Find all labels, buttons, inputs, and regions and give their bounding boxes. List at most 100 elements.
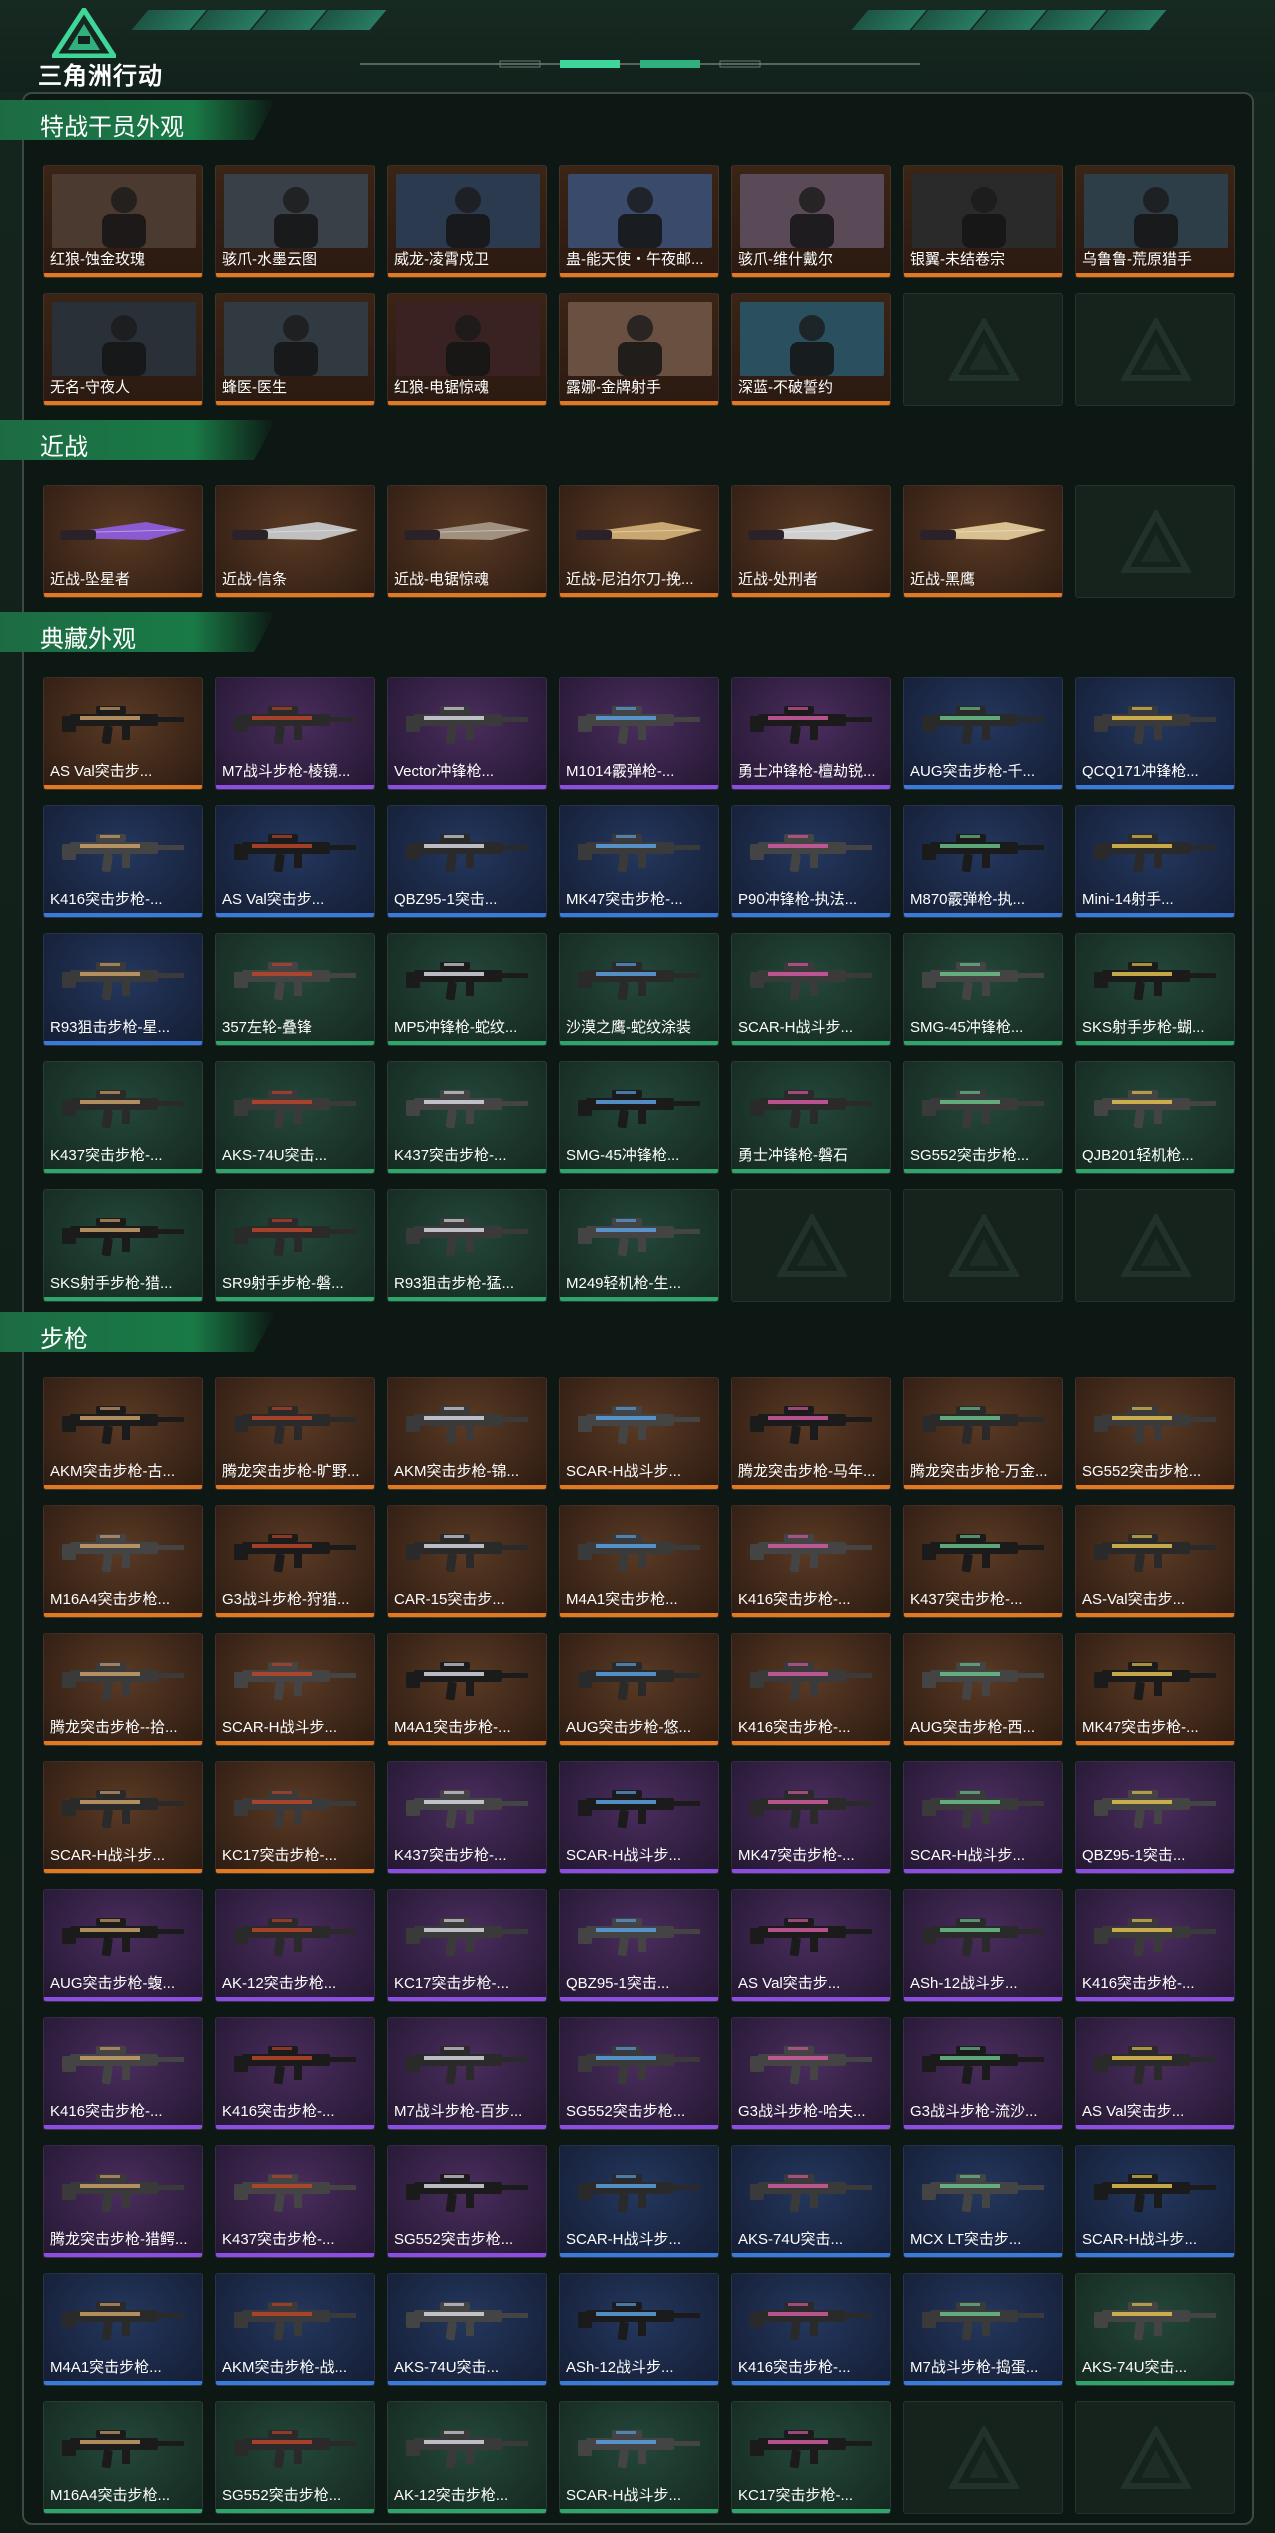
weapon-skin-card[interactable]: K437突击步枪-...: [387, 1761, 547, 1874]
operator-skin-card[interactable]: 无名-守夜人: [43, 293, 203, 406]
weapon-skin-card[interactable]: QBZ95-1突击...: [387, 805, 547, 918]
weapon-skin-card[interactable]: M4A1突击步枪...: [559, 1505, 719, 1618]
weapon-skin-card[interactable]: Mini-14射手...: [1075, 805, 1235, 918]
weapon-skin-card[interactable]: SCAR-H战斗步...: [559, 1377, 719, 1490]
weapon-skin-card[interactable]: 勇士冲锋枪-檀劫锐...: [731, 677, 891, 790]
weapon-skin-card[interactable]: M870霰弹枪-执...: [903, 805, 1063, 918]
weapon-skin-card[interactable]: AS Val突击步...: [731, 1889, 891, 2002]
weapon-skin-card[interactable]: SCAR-H战斗步...: [215, 1633, 375, 1746]
weapon-skin-card[interactable]: K416突击步枪-...: [1075, 1889, 1235, 2002]
weapon-skin-card[interactable]: AKM突击步枪-古...: [43, 1377, 203, 1490]
weapon-skin-card[interactable]: SCAR-H战斗步...: [731, 933, 891, 1046]
weapon-skin-card[interactable]: SG552突击步枪...: [559, 2017, 719, 2130]
weapon-skin-card[interactable]: AKS-74U突击...: [387, 2273, 547, 2386]
weapon-skin-card[interactable]: SMG-45冲锋枪...: [559, 1061, 719, 1174]
weapon-skin-card[interactable]: SG552突击步枪...: [903, 1061, 1063, 1174]
weapon-skin-card[interactable]: K416突击步枪-...: [215, 2017, 375, 2130]
operator-skin-card[interactable]: 乌鲁鲁-荒原猎手: [1075, 165, 1235, 278]
weapon-skin-card[interactable]: Vector冲锋枪...: [387, 677, 547, 790]
weapon-skin-card[interactable]: AUG突击步枪-蝮...: [43, 1889, 203, 2002]
weapon-skin-card[interactable]: AKM突击步枪-战...: [215, 2273, 375, 2386]
weapon-skin-card[interactable]: ASh-12战斗步...: [903, 1889, 1063, 2002]
weapon-skin-card[interactable]: KC17突击步枪-...: [387, 1889, 547, 2002]
weapon-skin-card[interactable]: AUG突击步枪-悠...: [559, 1633, 719, 1746]
weapon-skin-card[interactable]: M1014霰弹枪-...: [559, 677, 719, 790]
weapon-skin-card[interactable]: K416突击步枪-...: [731, 1505, 891, 1618]
operator-skin-card[interactable]: 威龙-凌霄戍卫: [387, 165, 547, 278]
weapon-skin-card[interactable]: K437突击步枪-...: [387, 1061, 547, 1174]
operator-skin-card[interactable]: 深蓝-不破誓约: [731, 293, 891, 406]
weapon-skin-card[interactable]: KC17突击步枪-...: [215, 1761, 375, 1874]
melee-skin-card[interactable]: 近战-尼泊尔刀-挽...: [559, 485, 719, 598]
operator-skin-card[interactable]: 蛊-能天使・午夜邮...: [559, 165, 719, 278]
weapon-skin-card[interactable]: SCAR-H战斗步...: [43, 1761, 203, 1874]
weapon-skin-card[interactable]: R93狙击步枪-星...: [43, 933, 203, 1046]
weapon-skin-card[interactable]: K416突击步枪-...: [731, 2273, 891, 2386]
operator-skin-card[interactable]: 露娜-金牌射手: [559, 293, 719, 406]
weapon-skin-card[interactable]: M7战斗步枪-棱镜...: [215, 677, 375, 790]
weapon-skin-card[interactable]: QJB201轻机枪...: [1075, 1061, 1235, 1174]
weapon-skin-card[interactable]: AK-12突击步枪...: [215, 1889, 375, 2002]
weapon-skin-card[interactable]: AKS-74U突击...: [1075, 2273, 1235, 2386]
weapon-skin-card[interactable]: QCQ171冲锋枪...: [1075, 677, 1235, 790]
weapon-skin-card[interactable]: MCX LT突击步...: [903, 2145, 1063, 2258]
weapon-skin-card[interactable]: ASh-12战斗步...: [559, 2273, 719, 2386]
weapon-skin-card[interactable]: G3战斗步枪-狩猎...: [215, 1505, 375, 1618]
weapon-skin-card[interactable]: R93狙击步枪-猛...: [387, 1189, 547, 1302]
weapon-skin-card[interactable]: K416突击步枪-...: [43, 2017, 203, 2130]
weapon-skin-card[interactable]: M7战斗步枪-百步...: [387, 2017, 547, 2130]
weapon-skin-card[interactable]: 357左轮-叠锋: [215, 933, 375, 1046]
melee-skin-card[interactable]: 近战-坠星者: [43, 485, 203, 598]
weapon-skin-card[interactable]: SKS射手步枪-蝴...: [1075, 933, 1235, 1046]
melee-skin-card[interactable]: 近战-处刑者: [731, 485, 891, 598]
weapon-skin-card[interactable]: CAR-15突击步...: [387, 1505, 547, 1618]
weapon-skin-card[interactable]: SCAR-H战斗步...: [903, 1761, 1063, 1874]
operator-skin-card[interactable]: 骇爪-水墨云图: [215, 165, 375, 278]
weapon-skin-card[interactable]: 腾龙突击步枪--拾...: [43, 1633, 203, 1746]
weapon-skin-card[interactable]: SR9射手步枪-磐...: [215, 1189, 375, 1302]
weapon-skin-card[interactable]: P90冲锋枪-执法...: [731, 805, 891, 918]
weapon-skin-card[interactable]: AS Val突击步...: [43, 677, 203, 790]
weapon-skin-card[interactable]: 腾龙突击步枪-马年...: [731, 1377, 891, 1490]
operator-skin-card[interactable]: 银翼-未结卷宗: [903, 165, 1063, 278]
weapon-skin-card[interactable]: SCAR-H战斗步...: [559, 1761, 719, 1874]
weapon-skin-card[interactable]: SG552突击步枪...: [215, 2401, 375, 2514]
weapon-skin-card[interactable]: SCAR-H战斗步...: [1075, 2145, 1235, 2258]
weapon-skin-card[interactable]: AK-12突击步枪...: [387, 2401, 547, 2514]
operator-skin-card[interactable]: 蜂医-医生: [215, 293, 375, 406]
weapon-skin-card[interactable]: AUG突击步枪-西...: [903, 1633, 1063, 1746]
weapon-skin-card[interactable]: K416突击步枪-...: [731, 1633, 891, 1746]
weapon-skin-card[interactable]: AUG突击步枪-千...: [903, 677, 1063, 790]
weapon-skin-card[interactable]: 腾龙突击步枪-旷野...: [215, 1377, 375, 1490]
weapon-skin-card[interactable]: K437突击步枪-...: [903, 1505, 1063, 1618]
weapon-skin-card[interactable]: AKS-74U突击...: [731, 2145, 891, 2258]
weapon-skin-card[interactable]: AKM突击步枪-锦...: [387, 1377, 547, 1490]
weapon-skin-card[interactable]: 腾龙突击步枪-猎鳄...: [43, 2145, 203, 2258]
weapon-skin-card[interactable]: SKS射手步枪-猎...: [43, 1189, 203, 1302]
weapon-skin-card[interactable]: QBZ95-1突击...: [559, 1889, 719, 2002]
weapon-skin-card[interactable]: SG552突击步枪...: [1075, 1377, 1235, 1490]
weapon-skin-card[interactable]: AS Val突击步...: [1075, 2017, 1235, 2130]
operator-skin-card[interactable]: 骇爪-维什戴尔: [731, 165, 891, 278]
weapon-skin-card[interactable]: K437突击步枪-...: [43, 1061, 203, 1174]
weapon-skin-card[interactable]: G3战斗步枪-流沙...: [903, 2017, 1063, 2130]
weapon-skin-card[interactable]: M16A4突击步枪...: [43, 1505, 203, 1618]
weapon-skin-card[interactable]: SCAR-H战斗步...: [559, 2145, 719, 2258]
weapon-skin-card[interactable]: 腾龙突击步枪-万金...: [903, 1377, 1063, 1490]
weapon-skin-card[interactable]: AKS-74U突击...: [215, 1061, 375, 1174]
operator-skin-card[interactable]: 红狼-电锯惊魂: [387, 293, 547, 406]
weapon-skin-card[interactable]: MK47突击步枪-...: [731, 1761, 891, 1874]
weapon-skin-card[interactable]: 沙漠之鹰-蛇纹涂装: [559, 933, 719, 1046]
weapon-skin-card[interactable]: SCAR-H战斗步...: [559, 2401, 719, 2514]
weapon-skin-card[interactable]: M7战斗步枪-捣蛋...: [903, 2273, 1063, 2386]
operator-skin-card[interactable]: 红狼-蚀金玫瑰: [43, 165, 203, 278]
melee-skin-card[interactable]: 近战-信条: [215, 485, 375, 598]
weapon-skin-card[interactable]: K416突击步枪-...: [43, 805, 203, 918]
weapon-skin-card[interactable]: KC17突击步枪-...: [731, 2401, 891, 2514]
weapon-skin-card[interactable]: MK47突击步枪-...: [559, 805, 719, 918]
weapon-skin-card[interactable]: SG552突击步枪...: [387, 2145, 547, 2258]
weapon-skin-card[interactable]: 勇士冲锋枪-磐石: [731, 1061, 891, 1174]
weapon-skin-card[interactable]: AS-Val突击步...: [1075, 1505, 1235, 1618]
weapon-skin-card[interactable]: M16A4突击步枪...: [43, 2401, 203, 2514]
weapon-skin-card[interactable]: MP5冲锋枪-蛇纹...: [387, 933, 547, 1046]
